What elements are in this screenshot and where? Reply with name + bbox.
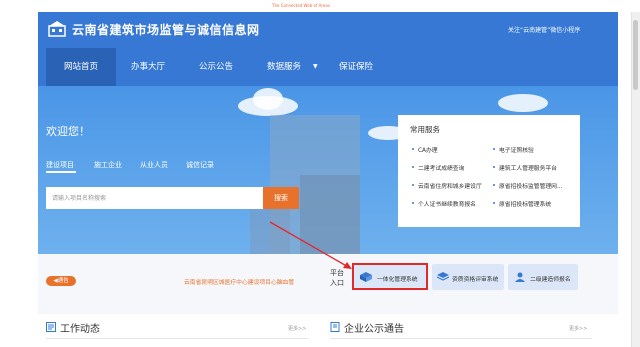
section-title-company-notices: 企业公示通告 [344, 324, 404, 335]
tab-projects[interactable]: 建设项目 [46, 160, 74, 170]
layers-icon [437, 272, 449, 281]
section-divider [330, 338, 592, 339]
service-link-housing-dept[interactable]: 云南省住房和城乡建设厅 [418, 181, 482, 190]
search-input[interactable] [46, 187, 263, 209]
services-title: 常用服务 [410, 125, 440, 134]
service-link-ca[interactable]: CA办理 [418, 145, 438, 154]
bullet-icon [412, 166, 414, 168]
tab-practitioners[interactable]: 从业人员 [140, 160, 168, 170]
left-margin [0, 12, 38, 347]
bullet-icon [412, 184, 414, 186]
building-logo-icon [48, 21, 66, 37]
nav-item-home[interactable]: 网站首页 [46, 48, 116, 86]
more-link-company-notices[interactable]: 更多>> [569, 325, 587, 332]
news-icon [46, 322, 56, 332]
scrollbar-thumb[interactable] [633, 20, 638, 90]
tab-credit-records[interactable]: 诚信记录 [186, 160, 214, 170]
service-link-bidding-system[interactable]: 原省招投标管理系统 [499, 199, 551, 208]
notice-badge-label: 通告 [57, 278, 69, 284]
service-link-workers-platform[interactable]: 建筑工人管理服务平台 [499, 163, 557, 172]
welcome-text: 欢迎您！ [46, 125, 90, 138]
bullet-icon [412, 148, 414, 150]
chevron-down-icon[interactable]: ▼ [313, 63, 318, 70]
section-divider [46, 338, 308, 339]
platform-entry-label: 平台入口 [330, 269, 344, 287]
tab-construction-companies[interactable]: 施工企业 [94, 160, 122, 170]
platform-card-label: 资质资格评审系统 [452, 277, 499, 283]
bullet-icon [493, 166, 495, 168]
document-icon [330, 322, 340, 332]
top-note-bar: The Connected Web of Areas [0, 0, 640, 12]
wechat-mini-program-link[interactable]: 关注“云南建管”微信小程序 [508, 25, 580, 34]
nav-item-service-hall[interactable]: 办事大厅 [118, 48, 178, 86]
cloud-decoration [498, 94, 548, 112]
service-link-exam-scores[interactable]: 二建考试成绩查询 [418, 163, 464, 172]
bullet-icon [412, 202, 414, 204]
service-link-bidding-supervision[interactable]: 原省招投标监管管理网... [499, 181, 563, 190]
red-highlight-box [352, 263, 428, 290]
site-title[interactable]: 云南省建筑市场监管与诚信信息网 [72, 21, 260, 38]
top-note-text: The Connected Web of Areas [272, 3, 330, 8]
section-title-work-news: 工作动态 [60, 324, 100, 335]
service-link-e-license[interactable]: 电子证照核验 [499, 145, 534, 154]
bullet-icon [493, 148, 495, 150]
more-link-work-news[interactable]: 更多>> [288, 325, 306, 332]
active-tab-indicator [46, 171, 76, 173]
search-button[interactable]: 搜索 [263, 187, 299, 209]
nav-item-data-services[interactable]: 数据服务 [254, 48, 314, 86]
cloud-decoration [253, 88, 283, 110]
nav-item-guarantee-insurance[interactable]: 保证保险 [326, 48, 386, 86]
bullet-icon [493, 184, 495, 186]
bullet-icon [493, 202, 495, 204]
notice-marquee[interactable]: 云南省昆明区城医疗中心建设项目心脑血管 [184, 277, 294, 286]
user-icon [515, 272, 525, 282]
building-image [300, 175, 360, 254]
notice-badge: ◀通告 [46, 276, 76, 286]
service-link-continuing-education[interactable]: 个人证书继续教育报名 [418, 199, 476, 208]
platform-card-label: 二级建造师报名 [530, 277, 571, 283]
nav-item-announcements[interactable]: 公示公告 [186, 48, 246, 86]
